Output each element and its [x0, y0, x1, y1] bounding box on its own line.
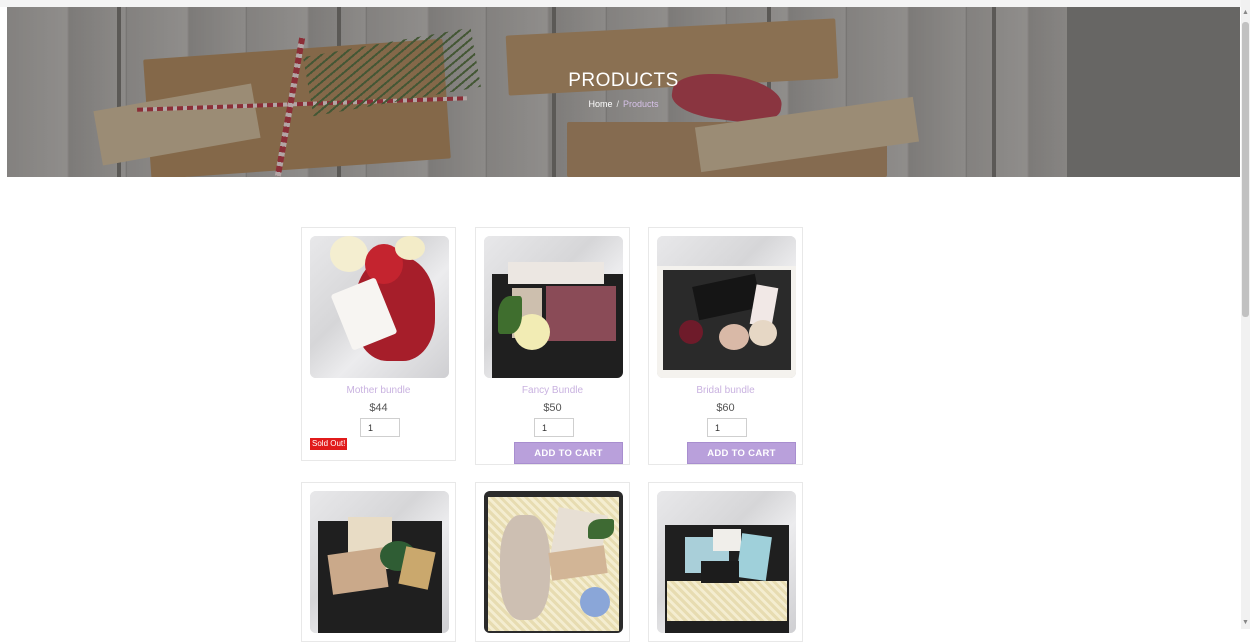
page-title: PRODUCTS [568, 70, 679, 91]
product-name[interactable]: Fancy Bundle [476, 385, 629, 396]
scroll-up-arrow-icon[interactable]: ▲ [1242, 9, 1249, 16]
add-to-cart-button[interactable]: ADD TO CART [514, 442, 623, 464]
product-image[interactable] [484, 236, 623, 378]
product-price: $60 [716, 402, 735, 414]
product-image[interactable] [657, 491, 796, 633]
product-name[interactable]: Bridal bundle [649, 385, 802, 396]
product-image[interactable] [310, 491, 449, 633]
scrollbar-thumb[interactable] [1242, 22, 1249, 317]
browser-top-strip [0, 0, 1250, 7]
breadcrumb-current: Products [623, 99, 659, 109]
hero-banner: PRODUCTS Home / Products [7, 7, 1240, 177]
product-price: $44 [369, 402, 388, 414]
quantity-input[interactable] [360, 418, 400, 437]
vertical-scrollbar[interactable]: ▲ ▼ [1241, 0, 1250, 629]
product-card [648, 482, 803, 642]
product-name[interactable]: Mother bundle [302, 385, 455, 396]
breadcrumb-home-link[interactable]: Home [588, 99, 612, 109]
breadcrumb: Home / Products [7, 99, 1240, 109]
product-card [475, 482, 630, 642]
product-image[interactable] [484, 491, 623, 633]
product-card: Mother bundle $44 Sold Out! [301, 227, 456, 461]
product-card: Fancy Bundle $50 ADD TO CART [475, 227, 630, 465]
product-card [301, 482, 456, 642]
quantity-input[interactable] [707, 418, 747, 437]
product-image[interactable] [310, 236, 449, 378]
product-image[interactable] [657, 236, 796, 378]
breadcrumb-separator: / [616, 99, 619, 109]
product-card: Bridal bundle $60 ADD TO CART [648, 227, 803, 465]
product-price: $50 [543, 402, 562, 414]
add-to-cart-button[interactable]: ADD TO CART [687, 442, 796, 464]
sold-out-badge: Sold Out! [310, 438, 348, 450]
quantity-input[interactable] [534, 418, 574, 437]
scroll-down-arrow-icon[interactable]: ▼ [1242, 619, 1249, 626]
